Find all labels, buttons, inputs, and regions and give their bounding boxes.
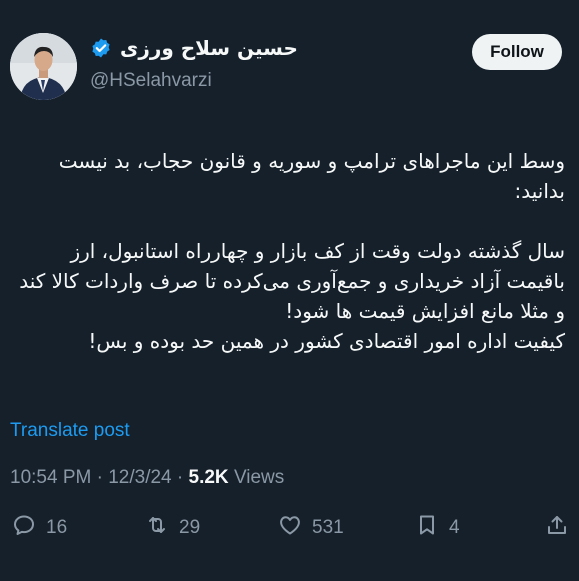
tweet-date[interactable]: 12/3/24 xyxy=(108,467,171,488)
bookmark-icon xyxy=(415,513,439,543)
tweet-time[interactable]: 10:54 PM xyxy=(10,467,91,488)
heart-icon xyxy=(278,513,302,543)
tweet-meta: 10:54 PM · 12/3/24 · 5.2K Views xyxy=(10,467,284,489)
meta-separator: · xyxy=(176,467,184,488)
translate-post-link[interactable]: Translate post xyxy=(10,420,130,442)
bookmark-button[interactable]: 4 xyxy=(415,508,460,548)
tweet-paragraph: سال گذشته دولت وقت از کف بازار و چهارراه… xyxy=(19,239,565,323)
author-display-name[interactable]: حسین سلاح ورزی xyxy=(120,36,298,60)
bookmark-count: 4 xyxy=(449,517,460,538)
views-label: Views xyxy=(233,467,285,488)
repost-button[interactable]: 29 xyxy=(145,508,200,548)
tweet-paragraph: کیفیت اداره امور اقتصادی کشور در همین حد… xyxy=(88,329,565,353)
tweet-text: وسط این ماجراهای ترامپ و سوریه و قانون ح… xyxy=(10,146,565,356)
avatar[interactable] xyxy=(10,33,77,100)
share-button[interactable] xyxy=(545,508,569,548)
like-count: 531 xyxy=(312,517,344,538)
author-handle[interactable]: @HSelahvarzi xyxy=(90,70,212,92)
follow-button[interactable]: Follow xyxy=(472,34,562,70)
meta-separator: · xyxy=(96,467,103,488)
action-bar: 16 29 531 4 xyxy=(0,508,579,548)
reply-icon xyxy=(12,513,36,543)
share-icon xyxy=(545,513,569,543)
repost-icon xyxy=(145,513,169,543)
like-button[interactable]: 531 xyxy=(278,508,344,548)
verified-badge-icon xyxy=(90,37,112,59)
reply-count: 16 xyxy=(46,517,68,538)
repost-count: 29 xyxy=(179,517,201,538)
author-name-row[interactable]: حسین سلاح ورزی xyxy=(90,36,298,60)
views-count: 5.2K xyxy=(188,467,229,488)
reply-button[interactable]: 16 xyxy=(12,508,67,548)
tweet-paragraph: وسط این ماجراهای ترامپ و سوریه و قانون ح… xyxy=(58,149,565,203)
